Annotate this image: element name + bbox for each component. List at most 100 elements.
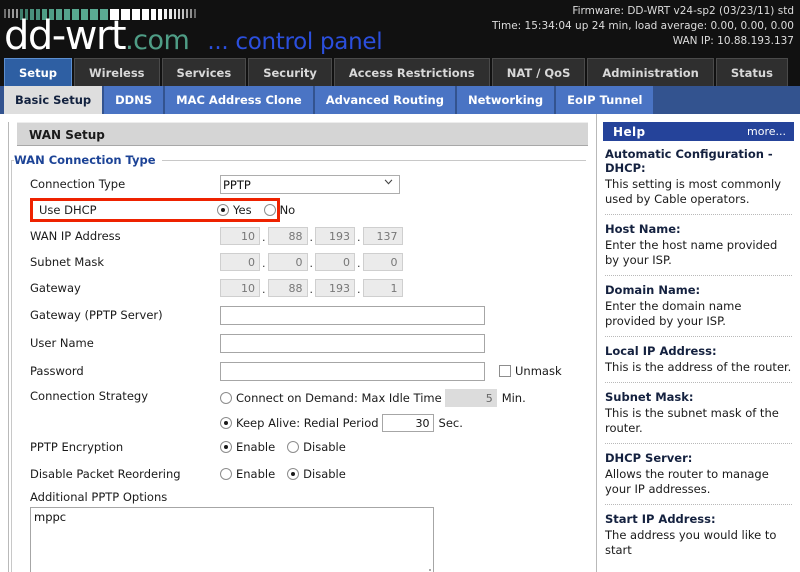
octet-separator: . <box>260 257 268 271</box>
label-additional-pptp-options: Additional PPTP Options <box>30 490 330 504</box>
radio-dot-no <box>264 204 276 216</box>
additional-pptp-options-textarea[interactable] <box>30 507 434 572</box>
secondary-tab-networking[interactable]: Networking <box>457 86 554 114</box>
password-input[interactable] <box>220 362 485 381</box>
use-dhcp-no-label: No <box>280 203 296 217</box>
help-item-term: DHCP Server: <box>605 451 792 465</box>
help-item-definition: Allows the router to manage your IP addr… <box>605 467 792 497</box>
help-item-term: Domain Name: <box>605 283 792 297</box>
primary-tab-status[interactable]: Status <box>716 58 788 86</box>
dd-wrt-control-panel: dd-wrt.com... control panel Firmware: DD… <box>0 0 800 572</box>
system-info: Firmware: DD-WRT v24-sp2 (03/23/11) std … <box>492 4 794 49</box>
help-item-definition: Enter the domain name provided by your I… <box>605 299 792 329</box>
subnet-mask-octet-2 <box>268 253 308 271</box>
primary-tab-label: Setup <box>19 66 57 80</box>
secondary-tab-label: Networking <box>468 93 543 107</box>
page-body: WAN Setup WAN Connection Type Connection… <box>0 114 800 572</box>
primary-tab-access-restrictions[interactable]: Access Restrictions <box>334 58 490 86</box>
gateway-octet-2 <box>268 279 308 297</box>
primary-tab-label: Administration <box>602 66 699 80</box>
firmware-version: Firmware: DD-WRT v24-sp2 (03/23/11) std <box>492 4 794 19</box>
logo-text-tld: .com <box>125 25 189 56</box>
help-panel: Help more... Automatic Configuration - D… <box>596 114 800 572</box>
subnet-mask-octet-group: ... <box>220 253 403 271</box>
primary-tab-security[interactable]: Security <box>248 58 332 86</box>
gateway-octet-4 <box>363 279 403 297</box>
fieldset-legend: WAN Connection Type <box>14 153 162 167</box>
primary-tab-services[interactable]: Services <box>162 58 247 86</box>
logo-subtitle: ... control panel <box>207 29 382 55</box>
help-item-term: Host Name: <box>605 222 792 236</box>
row-user-name: User Name <box>12 329 586 357</box>
secondary-tab-eoip-tunnel[interactable]: EoIP Tunnel <box>556 86 653 114</box>
connect-on-demand-radio[interactable]: Connect on Demand: Max Idle Time <box>220 391 442 405</box>
octet-separator: . <box>355 283 363 297</box>
help-item-definition: This is the address of the router. <box>605 360 792 375</box>
help-item: Domain Name: Enter the domain name provid… <box>605 275 792 336</box>
radio-dot-keep-alive <box>220 417 232 429</box>
radio-dot-pptp-enable <box>220 441 232 453</box>
wan-ip-octet-3 <box>315 227 355 245</box>
connection-type-select[interactable]: PPTP <box>220 175 400 194</box>
pptp-encryption-disable-radio[interactable]: Disable <box>287 440 346 454</box>
wan-ip-status: WAN IP: 10.88.193.137 <box>492 34 794 49</box>
label-connection-strategy: Connection Strategy <box>30 389 220 403</box>
label-user-name: User Name <box>30 336 220 350</box>
primary-tab-setup[interactable]: Setup <box>4 58 72 86</box>
octet-separator: . <box>308 231 316 245</box>
pptp-encryption-enable-radio[interactable]: Enable <box>220 440 275 454</box>
secondary-tab-basic-setup[interactable]: Basic Setup <box>4 86 102 114</box>
octet-separator: . <box>260 283 268 297</box>
help-panel-body: Automatic Configuration - DHCP:This sett… <box>597 141 800 565</box>
max-idle-time-input[interactable] <box>445 389 497 407</box>
secondary-tab-ddns[interactable]: DDNS <box>104 86 163 114</box>
user-name-input[interactable] <box>220 334 485 353</box>
row-gateway-pptp-server: Gateway (PPTP Server) <box>12 301 586 329</box>
use-dhcp-no-radio[interactable]: No <box>264 203 296 217</box>
unmask-label: Unmask <box>515 364 562 378</box>
row-additional-pptp-options-label: Additional PPTP Options <box>12 487 586 507</box>
primary-tab-label: Services <box>177 66 232 80</box>
primary-tab-administration[interactable]: Administration <box>587 58 714 86</box>
checkbox-box-unmask <box>499 365 511 377</box>
wan-ip-octet-2 <box>268 227 308 245</box>
packet-reordering-disable-label: Disable <box>303 467 346 481</box>
octet-separator: . <box>355 231 363 245</box>
redial-period-input[interactable] <box>382 414 434 432</box>
row-wan-ip-address: WAN IP Address ... <box>12 223 586 249</box>
unmask-checkbox[interactable]: Unmask <box>499 364 562 378</box>
primary-tab-bar: Setup Wireless Services SecurityAccess Rest… <box>0 58 800 86</box>
use-dhcp-yes-radio[interactable]: Yes <box>217 203 252 217</box>
radio-dot-reorder-disable <box>287 468 299 480</box>
octet-separator: . <box>308 257 316 271</box>
gateway-octet-3 <box>315 279 355 297</box>
subnet-mask-octet-1 <box>220 253 260 271</box>
secondary-tab-label: MAC Address Clone <box>176 93 302 107</box>
gateway-pptp-server-input[interactable] <box>220 306 485 325</box>
secondary-tab-mac-address-clone[interactable]: MAC Address Clone <box>165 86 313 114</box>
help-item: Host Name:Enter the host name provided b… <box>605 214 792 275</box>
page-title: WAN Setup <box>17 122 588 146</box>
secondary-tab-label: Basic Setup <box>15 93 91 107</box>
pptp-encryption-enable-label: Enable <box>236 440 275 454</box>
help-more-link[interactable]: more... <box>747 125 786 138</box>
help-item: DHCP Server: Allows the router to manage … <box>605 443 792 504</box>
keep-alive-radio[interactable]: Keep Alive: Redial Period <box>220 416 379 430</box>
gateway-octet-group: ... <box>220 279 403 297</box>
connect-on-demand-label: Connect on Demand: Max Idle Time <box>236 391 442 405</box>
redial-period-unit: Sec. <box>439 416 463 430</box>
packet-reordering-enable-radio[interactable]: Enable <box>220 467 275 481</box>
row-connection-strategy: Connection Strategy Connect on Demand: M… <box>12 385 586 433</box>
label-subnet-mask: Subnet Mask <box>30 255 220 269</box>
radio-dot-yes <box>217 204 229 216</box>
packet-reordering-disable-radio[interactable]: Disable <box>287 467 346 481</box>
uptime-load: Time: 15:34:04 up 24 min, load average: … <box>492 19 794 34</box>
secondary-tab-advanced-routing[interactable]: Advanced Routing <box>315 86 455 114</box>
primary-tab-wireless[interactable]: Wireless <box>74 58 160 86</box>
wan-ip-octet-4 <box>363 227 403 245</box>
wan-ip-octet-1 <box>220 227 260 245</box>
gateway-octet-1 <box>220 279 260 297</box>
keep-alive-label: Keep Alive: Redial Period <box>236 416 379 430</box>
primary-tab-nat-qos[interactable]: NAT / QoS <box>492 58 586 86</box>
primary-tab-label: NAT / QoS <box>507 66 571 80</box>
